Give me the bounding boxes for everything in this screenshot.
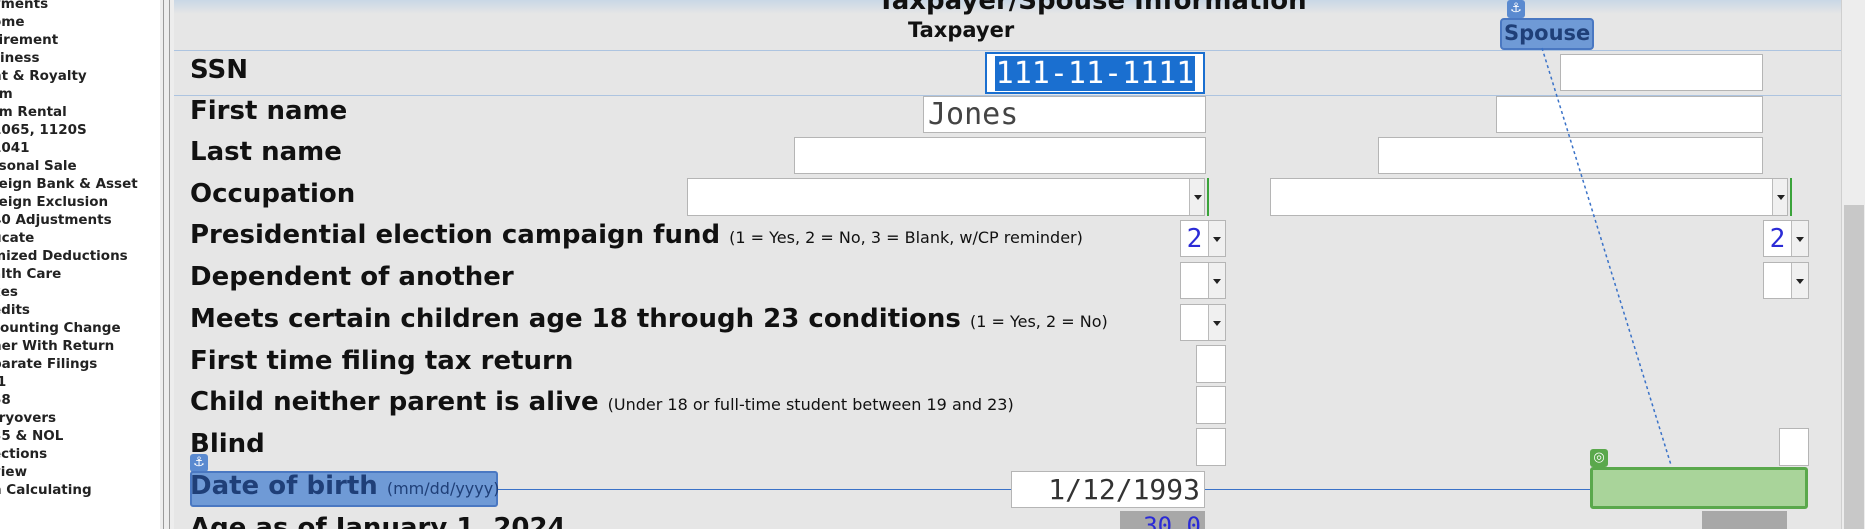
- link-overlay: [1541, 47, 1672, 466]
- sidebar-item[interactable]: rryovers: [0, 410, 56, 427]
- sidebar-item[interactable]: ections: [0, 446, 47, 463]
- sidebar-item[interactable]: parate Filings: [0, 356, 97, 373]
- vertical-scrollbar[interactable]: [1841, 0, 1865, 529]
- sidebar-item[interactable]: yments: [0, 0, 48, 13]
- sidebar-item[interactable]: reign Exclusion: [0, 194, 108, 211]
- taxpayer-info-form: Taxpayer/Spouse Information Taxpayer ⚓ S…: [174, 0, 1841, 529]
- sidebar-item[interactable]: view: [0, 464, 27, 481]
- sidebar-item[interactable]: 1065, 1120S: [0, 122, 87, 139]
- sidebar-item[interactable]: rsonal Sale: [0, 158, 77, 175]
- sidebar-item[interactable]: ucate: [0, 230, 34, 247]
- sidebar-item[interactable]: 58: [0, 392, 11, 409]
- dotted-link-line: [1541, 47, 1672, 466]
- sidebar-item[interactable]: mized Deductions: [0, 248, 128, 265]
- sidebar-item[interactable]: 40 Adjustments: [0, 212, 112, 229]
- sidebar-item[interactable]: nt & Royalty: [0, 68, 87, 85]
- sidebar-nav: ymentsometirementsinessnt & Royaltyrmrm …: [0, 0, 161, 529]
- sidebar-item[interactable]: rm Rental: [0, 104, 67, 121]
- sidebar-item[interactable]: /1: [0, 374, 6, 391]
- sidebar-item[interactable]: siness: [0, 50, 40, 67]
- sidebar-item[interactable]: counting Change: [0, 320, 121, 337]
- sidebar-item[interactable]: her With Return: [0, 338, 114, 355]
- sidebar-item[interactable]: rm: [0, 86, 13, 103]
- sidebar-item[interactable]: alth Care: [0, 266, 61, 283]
- sidebar-item[interactable]: 1041: [0, 140, 30, 157]
- sidebar-item[interactable]: xes: [0, 284, 18, 301]
- sidebar-item[interactable]: reign Bank & Asset: [0, 176, 138, 193]
- pane-splitter[interactable]: [160, 0, 174, 529]
- sidebar-item[interactable]: ome: [0, 14, 25, 31]
- sidebar-item[interactable]: edits: [0, 302, 30, 319]
- sidebar-item[interactable]: n Calculating: [0, 482, 92, 499]
- scrollbar-thumb[interactable]: [1844, 205, 1864, 529]
- sidebar-item[interactable]: 35 & NOL: [0, 428, 63, 445]
- sidebar-item[interactable]: tirement: [0, 32, 58, 49]
